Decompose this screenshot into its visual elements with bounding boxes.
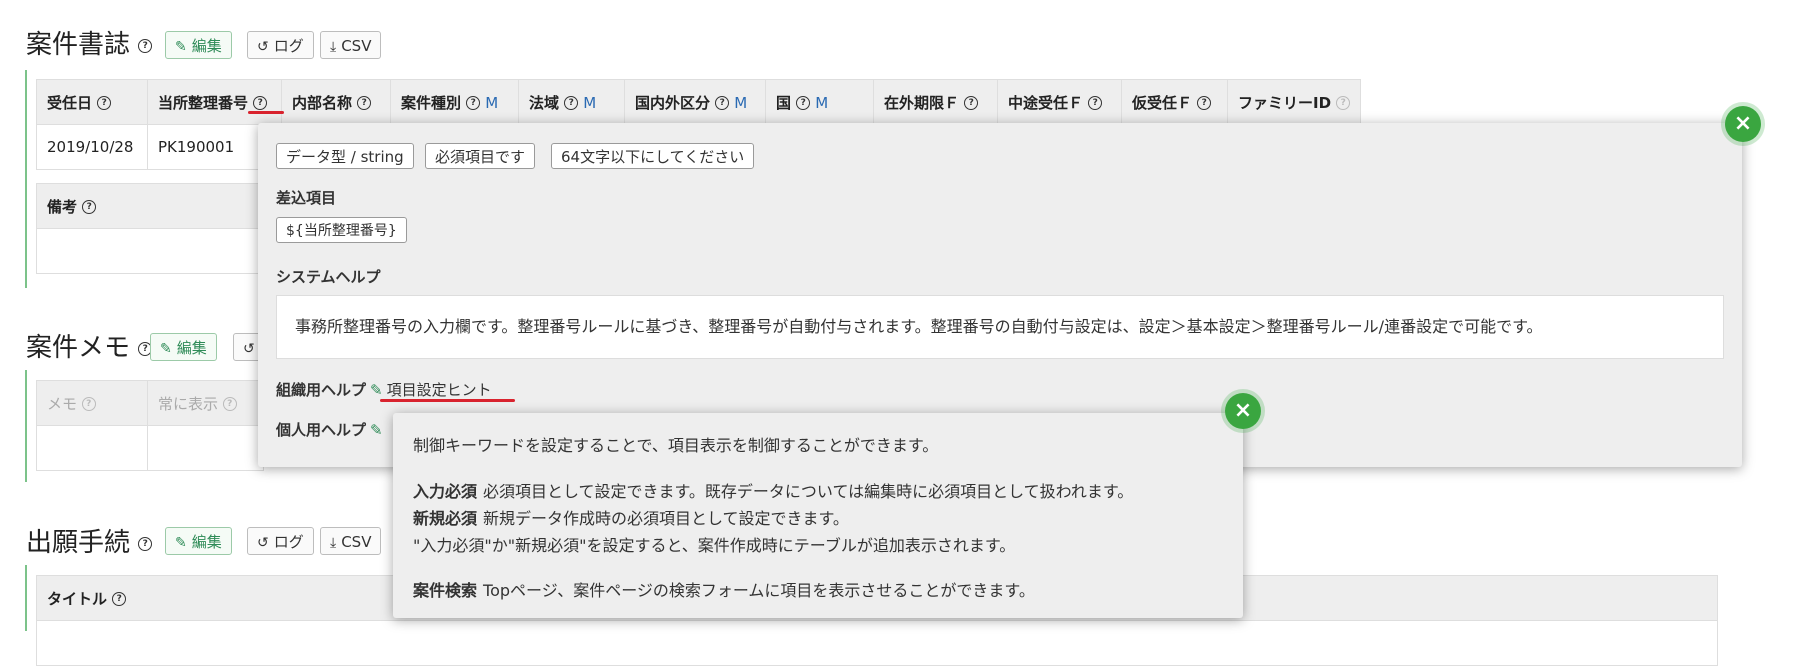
memo-table: メモ ? 常に表示 ? [36,380,264,471]
column-header: 当所整理番号 ? [147,79,282,125]
table-cell-date: 2019/10/28 [36,124,148,170]
download-icon: ⤓ [330,39,337,55]
column-header: ファミリーID ? [1226,79,1362,125]
help-icon[interactable]: ? [964,96,979,110]
personal-help-label: 個人用ヘルプ ✎ [276,421,383,439]
column-header: 中途受任Ｆ ? [997,79,1122,125]
annotation-underline [248,111,284,114]
help-icon[interactable]: ? [97,96,112,110]
column-header: 在外期限Ｆ ? [873,79,998,125]
column-header: 法域 ? M [518,79,625,125]
help-icon[interactable]: ? [253,96,268,110]
column-header: 仮受任Ｆ ? [1121,79,1228,125]
column-header: 案件種別 ? M [390,79,519,125]
csv-button[interactable]: ⤓ CSV [320,31,382,59]
history-icon: ↺ [243,341,255,357]
help-icon[interactable]: ? [138,536,153,551]
system-help-label: システムヘルプ [276,268,381,286]
close-icon[interactable]: × [1225,393,1261,429]
help-icon[interactable]: ? [715,96,730,110]
help-icon[interactable]: ? [138,38,153,53]
edit-icon[interactable]: ✎ [370,381,383,399]
csv-button[interactable]: ⤓ CSV [320,527,382,555]
hint-line: 新規必須 新規データ作成時の必須項目として設定できます。 [413,509,849,528]
org-help-link[interactable]: 項目設定ヒント [387,381,492,399]
log-button[interactable]: ↺ ログ [247,31,314,59]
help-icon[interactable]: ? [1088,96,1103,110]
help-icon[interactable]: ? [357,96,372,110]
org-help-label: 組織用ヘルプ ✎ 項目設定ヒント [276,381,492,399]
help-icon[interactable]: ? [82,200,97,214]
hint-line: 案件検索 Topページ、案件ページの検索フォームに項目を表示させることができます。 [413,581,1035,600]
help-icon[interactable]: ? [1336,96,1351,110]
help-icon[interactable]: ? [81,397,96,411]
download-icon: ⤓ [330,535,337,551]
log-button[interactable]: ↺ ログ [247,527,314,555]
section-title-case-bibliography: 案件書誌 ? [26,24,153,61]
edit-button[interactable]: ✎ 編集 [165,527,232,555]
maxlength-chip: 64文字以下にしてください [551,143,755,169]
history-icon: ↺ [257,535,269,551]
help-icon[interactable]: ? [466,96,481,110]
help-icon[interactable]: ? [112,592,127,606]
help-icon[interactable]: ? [222,397,237,411]
help-icon[interactable]: ? [564,96,579,110]
section-title-case-memo: 案件メモ ? [26,327,153,364]
close-icon[interactable]: × [1725,106,1761,142]
annotation-underline [380,399,515,402]
column-header: 国内外区分 ? M [624,79,766,125]
section-accent-bar [25,565,27,631]
edit-icon: ✎ [160,341,172,357]
section-accent-bar [25,370,27,482]
column-header: メモ ? [36,380,148,426]
edit-button[interactable]: ✎ 編集 [165,31,232,59]
required-chip: 必須項目です [425,143,536,169]
edit-icon: ✎ [175,535,187,551]
edit-button[interactable]: ✎ 編集 [150,333,217,361]
section-accent-bar [25,70,27,288]
hint-intro: 制御キーワードを設定することで、項目表示を制御することができます。 [413,436,939,455]
help-icon[interactable]: ? [796,96,811,110]
history-icon: ↺ [257,39,269,55]
insert-item-label: 差込項目 [276,189,337,207]
column-header: 常に表示 ? [147,380,264,426]
hint-line: 入力必須 必須項目として設定できます。既存データについては編集時に必須項目として扱… [413,482,1134,501]
help-icon[interactable]: ? [1197,96,1212,110]
datatype-chip: データ型 / string [276,143,414,169]
insert-item-value[interactable]: ${当所整理番号} [276,217,407,243]
column-header: 国 ? M [765,79,874,125]
system-help-text: 事務所整理番号の入力欄です。整理番号ルールに基づき、整理番号が自動付与されます。… [276,295,1724,359]
hint-line: "入力必須"か"新規必須"を設定すると、案件作成時にテーブルが追加表示されます。 [413,536,1016,555]
section-title-application: 出願手続 ? [26,522,153,559]
edit-icon[interactable]: ✎ [370,421,383,439]
column-header: 内部名称 ? [281,79,391,125]
column-header: 受任日 ? [36,79,148,125]
edit-icon: ✎ [175,39,187,55]
